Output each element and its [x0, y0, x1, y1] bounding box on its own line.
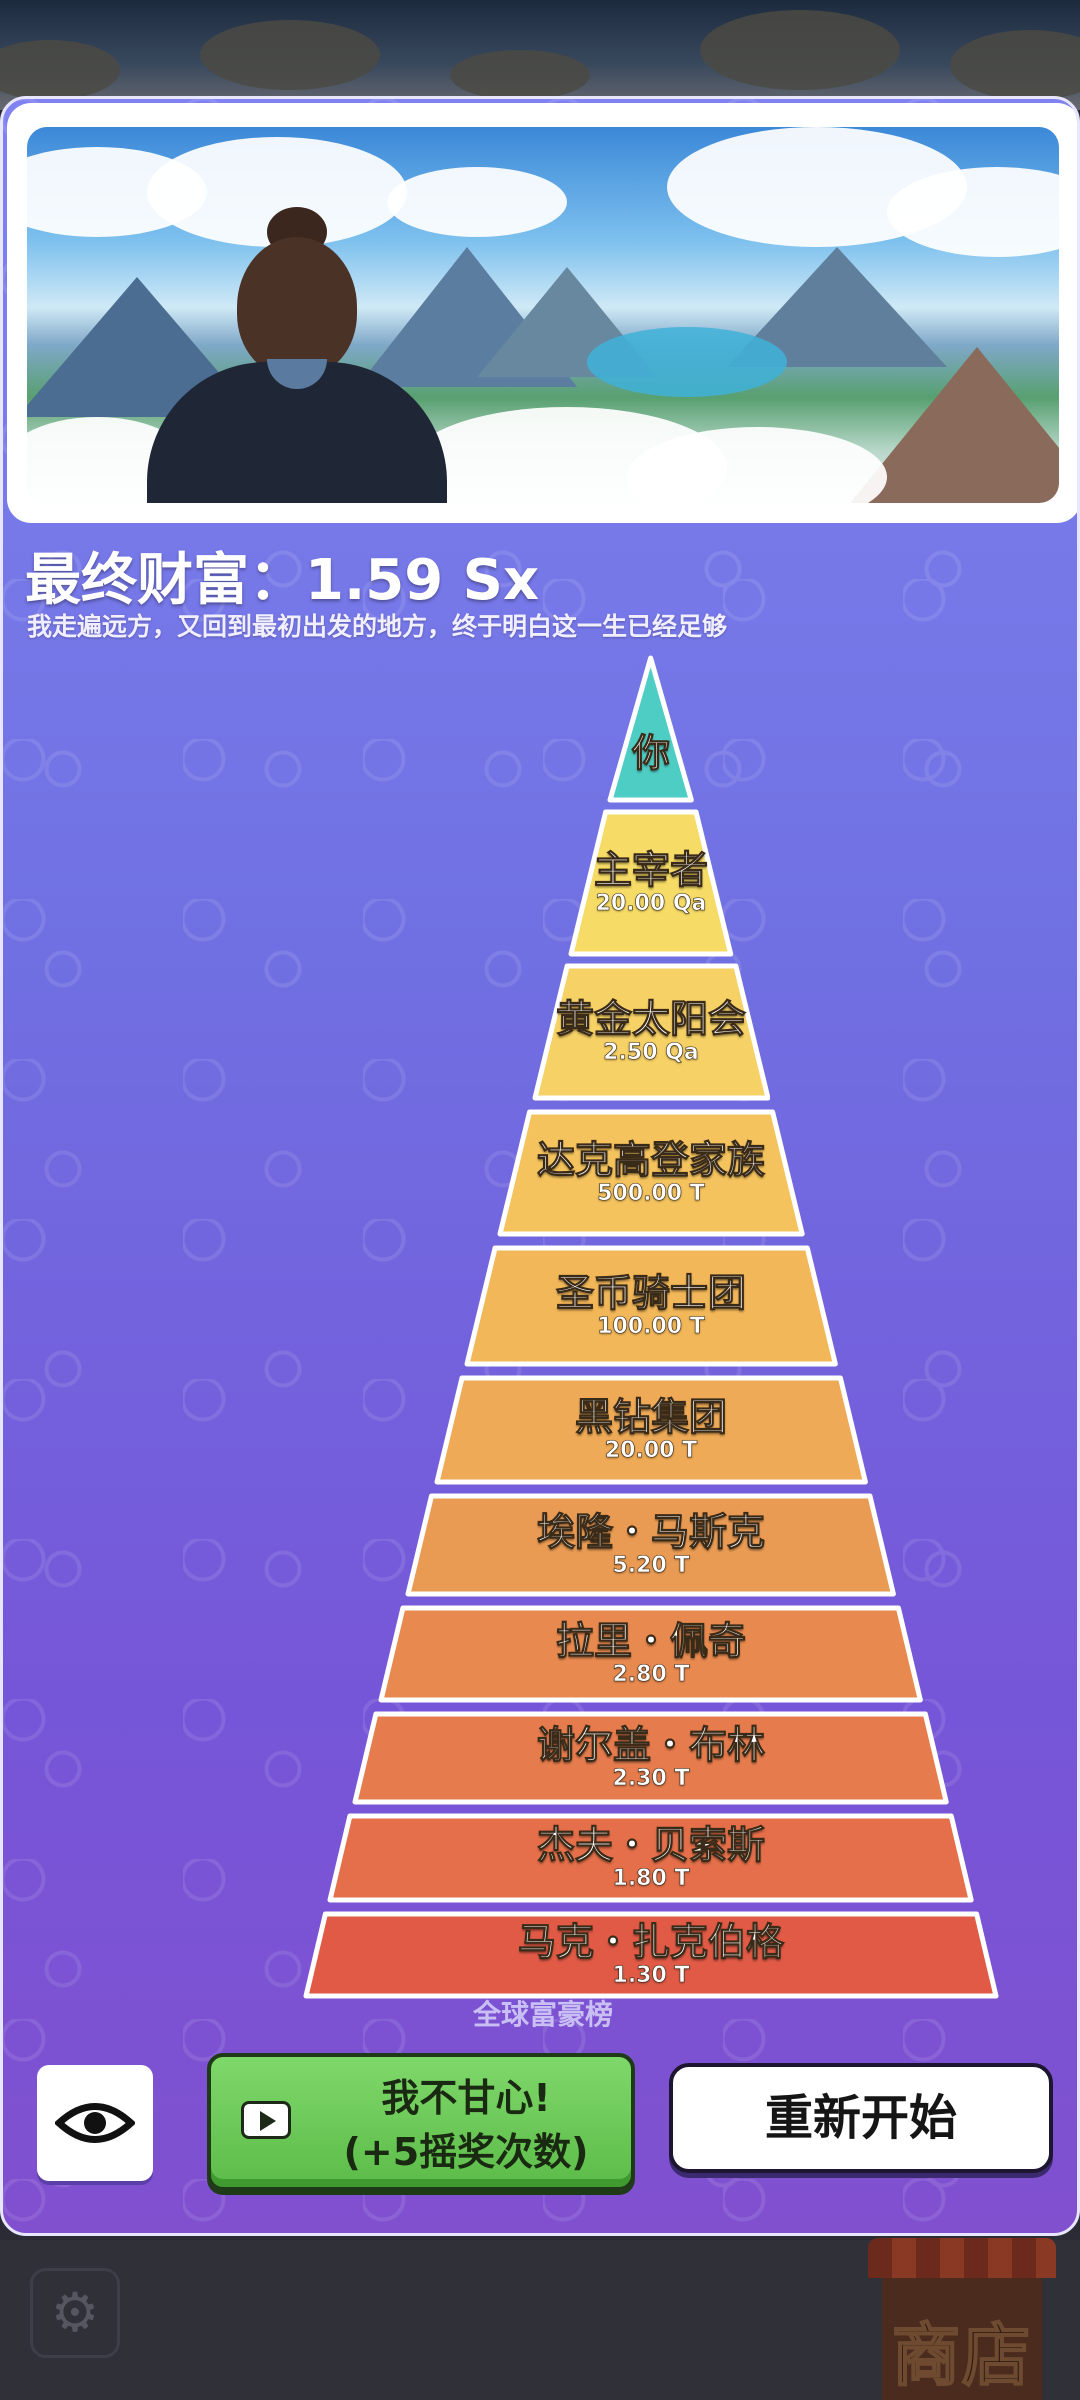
result-panel: 最终财富：1.59 Sx 我走遍远方，又回到最初出发的地方，终于明白这一生已经足…	[0, 96, 1080, 2236]
pyramid-tier-value: 20.00 T	[604, 1437, 698, 1463]
pyramid-tier-name: 黄金太阳会	[555, 997, 746, 1041]
pyramid-tier: 马克・扎克伯格 1.30 T	[303, 1911, 999, 1999]
shop-button[interactable]: 商店	[862, 2238, 1062, 2400]
pyramid-tier: 主宰者 20.00 Qa	[568, 809, 734, 957]
eye-icon	[55, 2103, 135, 2143]
revive-ad-button[interactable]: 我不甘心! (+5摇奖次数)	[207, 2053, 635, 2191]
pyramid-tier-value: 2.50 Qa	[603, 1039, 699, 1065]
hero-image	[27, 127, 1059, 503]
pyramid-tier-value: 500.00 T	[597, 1180, 705, 1206]
view-button[interactable]	[37, 2065, 153, 2181]
pyramid-tier: 你	[607, 655, 695, 803]
pyramid-tier-name: 你	[631, 731, 670, 776]
pyramid-tier-value: 5.20 T	[612, 1552, 690, 1578]
pyramid-tier-name: 马克・扎克伯格	[517, 1920, 784, 1964]
final-wealth-label: 最终财富：	[25, 548, 305, 613]
gear-icon[interactable]: ⚙	[30, 2268, 120, 2358]
revive-button-title: 我不甘心!	[381, 2076, 551, 2120]
ending-subtitle: 我走遍远方，又回到最初出发的地方，终于明白这一生已经足够	[27, 612, 728, 641]
pyramid-tier-value: 2.30 T	[612, 1765, 690, 1791]
pyramid-tier-name: 谢尔盖・布林	[536, 1723, 765, 1767]
pyramid-tier-name: 黑钻集团	[574, 1395, 727, 1439]
pyramid-tier: 达克高登家族 500.00 T	[497, 1109, 805, 1237]
final-wealth-value: 1.59 Sx	[305, 548, 540, 613]
pyramid-tier-name: 埃隆・马斯克	[536, 1510, 765, 1554]
leaderboard-caption: 全球富豪榜	[472, 1998, 613, 2031]
restart-button[interactable]: 重新开始	[669, 2063, 1053, 2173]
pyramid-tier-name: 杰夫・贝索斯	[536, 1823, 765, 1867]
pyramid-tier-name: 圣币骑士团	[555, 1271, 746, 1315]
shop-awning	[868, 2238, 1056, 2278]
pyramid-tier-value: 2.80 T	[612, 1661, 690, 1687]
pyramid-tier-value: 100.00 T	[597, 1313, 705, 1339]
pyramid-tier-name: 拉里・佩奇	[555, 1619, 746, 1663]
pyramid-tier: 黄金太阳会 2.50 Qa	[532, 963, 771, 1101]
shop-label: 商店	[891, 2316, 1032, 2397]
pyramid-tier-name: 达克高登家族	[536, 1138, 765, 1182]
revive-button-reward: (+5摇奖次数)	[343, 2130, 589, 2174]
pyramid-tier: 圣币骑士团 100.00 T	[464, 1245, 838, 1367]
pyramid-tier: 拉里・佩奇 2.80 T	[378, 1605, 924, 1703]
pyramid-tier: 谢尔盖・布林 2.30 T	[352, 1711, 950, 1805]
pyramid-tier-value: 1.80 T	[612, 1865, 690, 1891]
pyramid-tier-name: 主宰者	[593, 848, 708, 892]
video-play-icon	[241, 2101, 291, 2139]
background-sky-strip	[0, 0, 1080, 110]
pyramid-tier: 埃隆・马斯克 5.20 T	[405, 1493, 897, 1597]
final-wealth: 最终财富：1.59 Sx	[25, 535, 539, 616]
pyramid-tier-value: 1.30 T	[612, 1962, 690, 1988]
character-head	[237, 237, 357, 377]
pyramid-tier: 杰夫・贝索斯 1.80 T	[327, 1813, 975, 1903]
pyramid-tier-value: 20.00 Qa	[595, 890, 707, 916]
pyramid-tier: 黑钻集团 20.00 T	[434, 1375, 868, 1485]
